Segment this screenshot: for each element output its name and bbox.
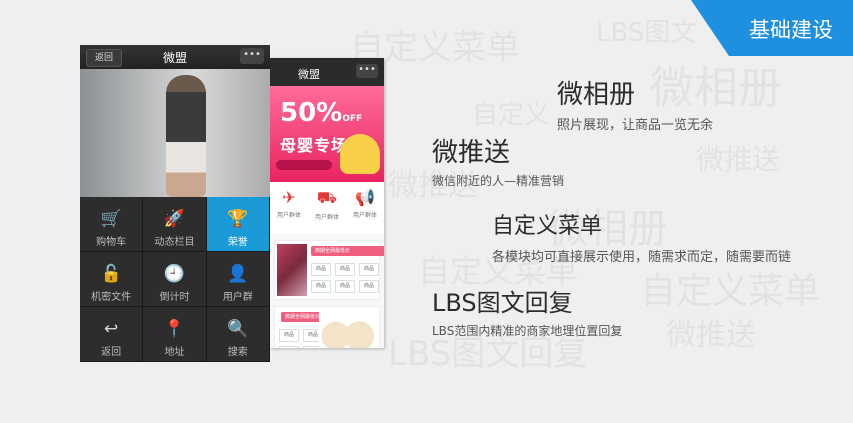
product-grid: 商品 商品 商品 商品 商品 商品: [311, 263, 379, 293]
feature-desc: 微信附近的人—精准营销: [432, 174, 565, 188]
icon-row: ✈ 用户群体 ⛟ 用户群体 📢 用户群体: [270, 182, 384, 234]
section-title: 基础建设: [749, 18, 833, 42]
cart-icon: 🛒: [100, 209, 122, 229]
menu-item-search[interactable]: 🔍 搜索: [206, 307, 270, 362]
feature-title: LBS图文回复: [432, 289, 573, 317]
icon-label: 用户群体: [276, 212, 301, 219]
clock-icon: 🕘: [163, 264, 186, 284]
watermark: 自定义菜单: [640, 271, 821, 312]
section-ribbon: 基础建设: [663, 0, 853, 56]
menu-item-honor[interactable]: 🏆 荣誉: [206, 197, 270, 252]
feature-desc: LBS范围内精准的商家地理位置回复: [432, 324, 623, 338]
icon-label: 用户群体: [314, 214, 339, 221]
watermark: 自定义: [472, 100, 551, 130]
menu-item-label: 搜索: [227, 347, 248, 358]
phone-mockup-back: 微盟 ••• 50%OFF 母婴专场 ✈ 用户群体 ⛟ 用户群体 📢 用户群体 微期全…: [270, 58, 384, 348]
menu-item-label: 动态栏目: [154, 237, 195, 248]
menu-item-label: 返回: [101, 347, 122, 358]
product-cell[interactable]: 商品: [335, 263, 355, 276]
rabbit-image: [319, 310, 375, 348]
feature-desc: 照片展现，让商品一览无余: [557, 118, 714, 133]
phone-title: 微盟: [298, 68, 320, 81]
icon-label: 用户群体: [352, 212, 377, 219]
feature-lbs: LBS图文回复 LBS范围内精准的商家地理位置回复: [432, 288, 622, 339]
search-icon: 🔍: [227, 319, 249, 339]
feature-menu: 自定义菜单 各模块均可直接展示使用，随需求而定，随需要而链: [492, 212, 791, 265]
banner-title: 母婴专场: [280, 136, 349, 155]
menu-item-label: 用户群: [222, 292, 253, 303]
menu-item-cart[interactable]: 🛒 购物车: [80, 197, 144, 252]
product-cell[interactable]: 商品: [279, 346, 299, 348]
more-menu-button[interactable]: •••: [356, 64, 378, 78]
product-card[interactable]: 微期全网最低价 商品 商品 商品 商品 商品 商品: [274, 240, 384, 300]
phone-header: 微盟 •••: [270, 58, 384, 86]
product-card[interactable]: 微期全网最低价 商品 商品 商品 商品 商品 商品: [274, 306, 380, 348]
banner-strip: [276, 160, 332, 170]
more-menu-button[interactable]: •••: [240, 48, 264, 64]
toy-image: [340, 134, 380, 174]
menu-grid: 🛒 购物车 🚀 动态栏目 🏆 荣誉 🔓 机密文件 🕘 倒计时 👤 用户群 ↩ 返回 📍 地址 🔍…: [80, 197, 270, 362]
product-cell[interactable]: 商品: [311, 263, 331, 276]
hero-photo: [80, 69, 270, 197]
card-tag: 微期全网最低价: [311, 246, 384, 256]
feature-desc: 各模块均可直接展示使用，随需求而定，随需要而链: [492, 250, 792, 265]
product-cell[interactable]: 商品: [359, 263, 379, 276]
menu-item-countdown[interactable]: 🕘 倒计时: [143, 252, 207, 307]
watermark: 微推送: [696, 143, 781, 176]
menu-item-label: 倒计时: [159, 292, 190, 303]
phone-mockup-front: 返回 微盟 ••• 🛒 购物车 🚀 动态栏目 🏆 荣誉 🔓 机密文件 🕘 倒计时 👤 用户群…: [80, 45, 270, 362]
banner-percent: 50%: [280, 98, 343, 128]
banner-off: OFF: [342, 114, 363, 124]
product-cell[interactable]: 商品: [335, 280, 355, 293]
menu-item-dynamic[interactable]: 🚀 动态栏目: [143, 197, 207, 252]
unlock-icon: 🔓: [100, 264, 122, 284]
menu-item-users[interactable]: 👤 用户群: [206, 252, 270, 307]
user-icon: 👤: [227, 264, 249, 284]
reply-icon: ↩: [104, 319, 119, 339]
product-cell[interactable]: 商品: [311, 280, 331, 293]
menu-item-files[interactable]: 🔓 机密文件: [80, 252, 144, 307]
plane-icon[interactable]: ✈ 用户群体: [270, 182, 308, 234]
trophy-icon: 🏆: [227, 209, 249, 229]
truck-icon[interactable]: ⛟ 用户群体: [308, 182, 346, 234]
phone-header: 返回 微盟 •••: [80, 45, 270, 69]
feature-title: 微推送: [432, 138, 511, 168]
menu-item-label: 机密文件: [91, 292, 132, 303]
feature-album: 微相册 照片展现，让商品一览无余: [557, 80, 713, 133]
menu-item-label: 购物车: [96, 237, 127, 248]
watermark: 微推送: [666, 318, 756, 353]
location-icon: 📍: [163, 319, 186, 339]
promo-banner[interactable]: 50%OFF 母婴专场: [270, 86, 384, 182]
feature-title: 微相册: [557, 80, 636, 110]
menu-item-label: 地址: [164, 347, 185, 358]
rocket-icon: 🚀: [163, 209, 186, 229]
product-image: [277, 244, 307, 296]
menu-item-back[interactable]: ↩ 返回: [80, 307, 144, 362]
menu-item-label: 荣誉: [227, 237, 248, 248]
feature-push: 微推送 微信附近的人—精准营销: [432, 138, 564, 189]
product-cell[interactable]: 商品: [279, 329, 299, 342]
megaphone-icon[interactable]: 📢 用户群体: [346, 182, 384, 234]
product-cell[interactable]: 商品: [359, 280, 379, 293]
feature-title: 自定义菜单: [492, 214, 603, 239]
menu-item-address[interactable]: 📍 地址: [143, 307, 207, 362]
